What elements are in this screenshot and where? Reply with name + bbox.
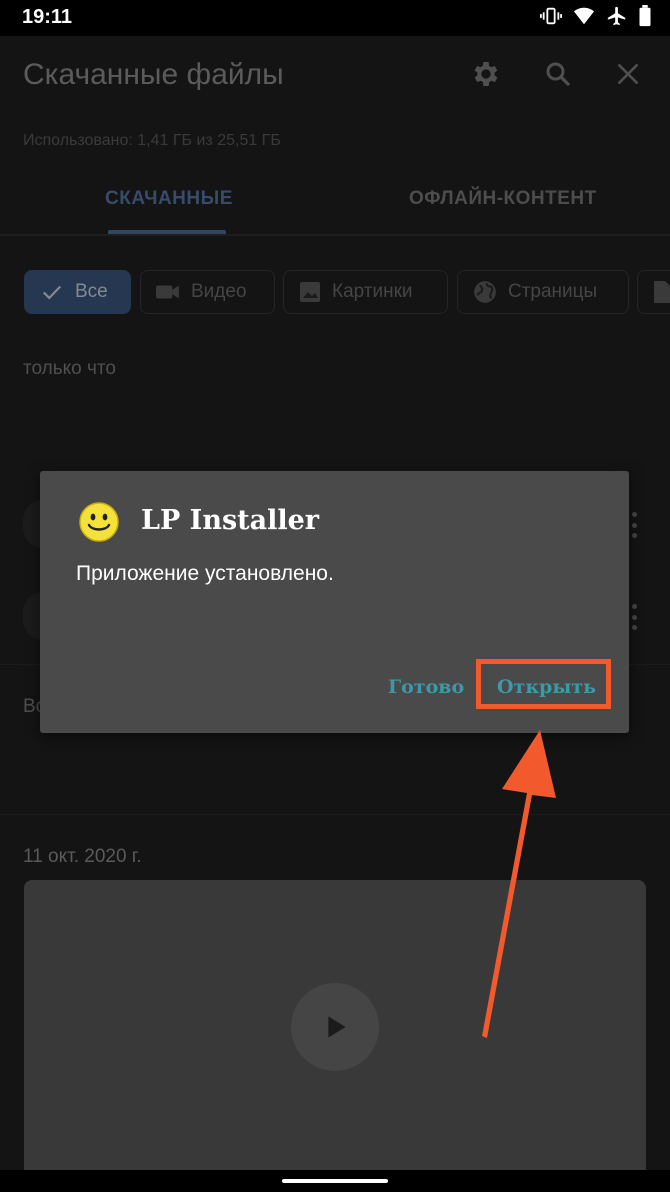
annotation-arrow: [482, 730, 556, 1038]
navigation-bar: [0, 1170, 670, 1192]
home-gesture-handle[interactable]: [282, 1179, 388, 1183]
